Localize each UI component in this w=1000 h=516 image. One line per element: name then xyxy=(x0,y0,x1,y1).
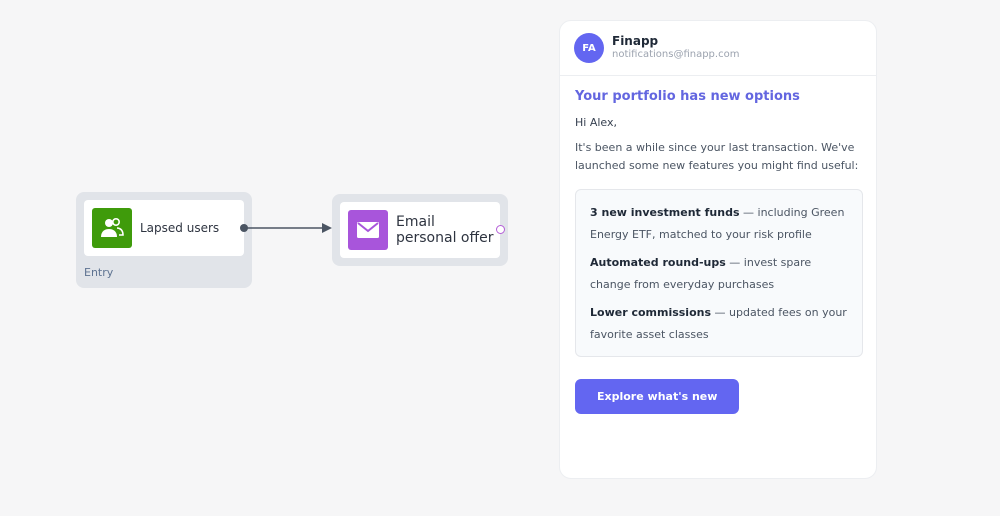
feature-item: 3 new investment funds — including Green… xyxy=(590,202,848,246)
explore-button[interactable]: Explore what's new xyxy=(575,379,740,414)
entry-node-label: Lapsed users xyxy=(140,221,220,235)
sender-avatar: FA xyxy=(574,33,604,63)
feature-title: Automated round-ups xyxy=(590,256,726,269)
email-node[interactable]: Email personal offer xyxy=(340,202,500,258)
sender-email: notifications@finapp.com xyxy=(612,49,740,60)
email-body: Your portfolio has new options Hi Alex, … xyxy=(575,89,863,414)
email-node-group: Email personal offer xyxy=(332,194,508,266)
feature-title: 3 new investment funds xyxy=(590,206,740,219)
email-preview: FA Finapp notifications@finapp.com Your … xyxy=(559,20,877,479)
feature-title: Lower commissions xyxy=(590,306,712,319)
feature-item: Automated round-ups — invest spare chang… xyxy=(590,252,848,296)
feature-item: Lower commissions — updated fees on your… xyxy=(590,302,848,346)
email-header: FA Finapp notifications@finapp.com xyxy=(560,21,876,76)
mail-icon xyxy=(348,210,388,250)
sender-name: Finapp xyxy=(612,34,659,48)
email-intro: It's been a while since your last transa… xyxy=(575,141,859,172)
features-box: 3 new investment funds — including Green… xyxy=(575,189,863,357)
entry-caption: Entry xyxy=(84,266,114,279)
email-node-output-port[interactable] xyxy=(496,225,505,234)
email-heading: Your portfolio has new options xyxy=(575,89,800,104)
users-icon xyxy=(92,208,132,248)
connector-arrow xyxy=(240,223,332,233)
entry-node-group: Lapsed users Entry xyxy=(76,192,252,288)
entry-node[interactable]: Lapsed users xyxy=(84,200,244,256)
email-node-label: Email personal offer xyxy=(396,214,494,246)
email-greeting: Hi Alex, xyxy=(575,116,617,129)
